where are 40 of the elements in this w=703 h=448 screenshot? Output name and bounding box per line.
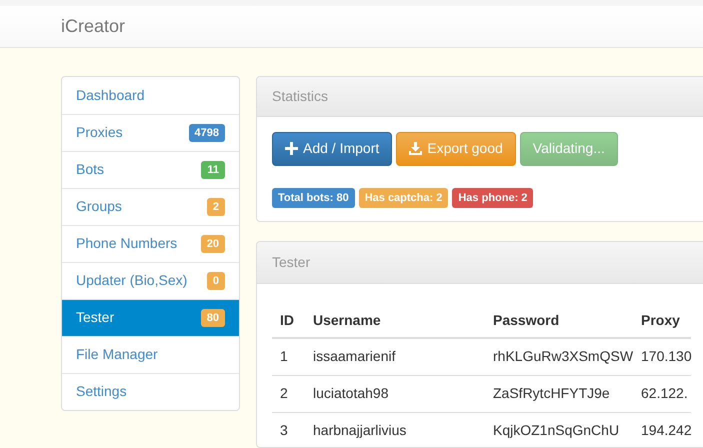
count-badge: 20: [200, 234, 225, 254]
brand-link[interactable]: iCreator: [61, 12, 126, 40]
count-badge: 80: [200, 308, 225, 328]
table-cell-text: 194.242: [641, 421, 692, 440]
table-cell-text: 170.130: [641, 347, 692, 366]
table-cell-text: 3: [280, 421, 289, 440]
column-header: Proxy: [641, 311, 681, 330]
table-cell-text: harbnajjarlivius: [313, 421, 408, 440]
sidebar-item[interactable]: Phone Numbers 20: [62, 224, 239, 262]
sidebar-item[interactable]: Bots 11: [62, 150, 239, 188]
table-cell-text: issaamarienif: [313, 347, 396, 366]
count-badge: 2: [206, 198, 225, 216]
panel-heading: Statistics: [257, 76, 703, 117]
stat-label: Has captcha: 2: [358, 188, 448, 208]
download-icon: [409, 142, 422, 156]
table-cell-text: 2: [280, 384, 289, 404]
sidebar-item[interactable]: Dashboard: [62, 76, 239, 114]
column-header: Username: [313, 311, 382, 330]
sidebar-item[interactable]: Groups 2: [62, 188, 239, 225]
sidebar-item[interactable]: Proxies 4798: [62, 114, 239, 151]
table-cell-text: luciatotah98: [313, 384, 390, 404]
sidebar-item[interactable]: File Manager: [62, 336, 239, 373]
column-header: ID: [280, 311, 295, 330]
sidebar-item[interactable]: Tester 80: [62, 298, 239, 336]
count-badge: 4798: [188, 124, 225, 142]
sidebar-item[interactable]: Settings: [62, 372, 239, 410]
table-cell-text: rhKLGuRw3XSmQSW: [493, 347, 634, 366]
table-cell-text: ZaSfRytcHFYTJ9e: [493, 384, 611, 404]
plus-icon: [285, 142, 298, 156]
action-button[interactable]: Add / Import: [272, 132, 392, 166]
table-cell-text: 1: [280, 347, 289, 366]
count-badge: 0: [206, 272, 225, 290]
table-cell-text: KqjkOZ1nSqGnChU: [493, 421, 620, 440]
stat-label: Total bots: 80: [272, 188, 355, 208]
stat-label: Has phone: 2: [452, 188, 534, 208]
table-cell-text: 62.122.: [641, 384, 688, 404]
action-button[interactable]: Export good: [396, 132, 516, 166]
panel-heading: Tester: [257, 242, 703, 284]
column-header: Password: [493, 311, 560, 330]
count-badge: 11: [201, 160, 225, 180]
